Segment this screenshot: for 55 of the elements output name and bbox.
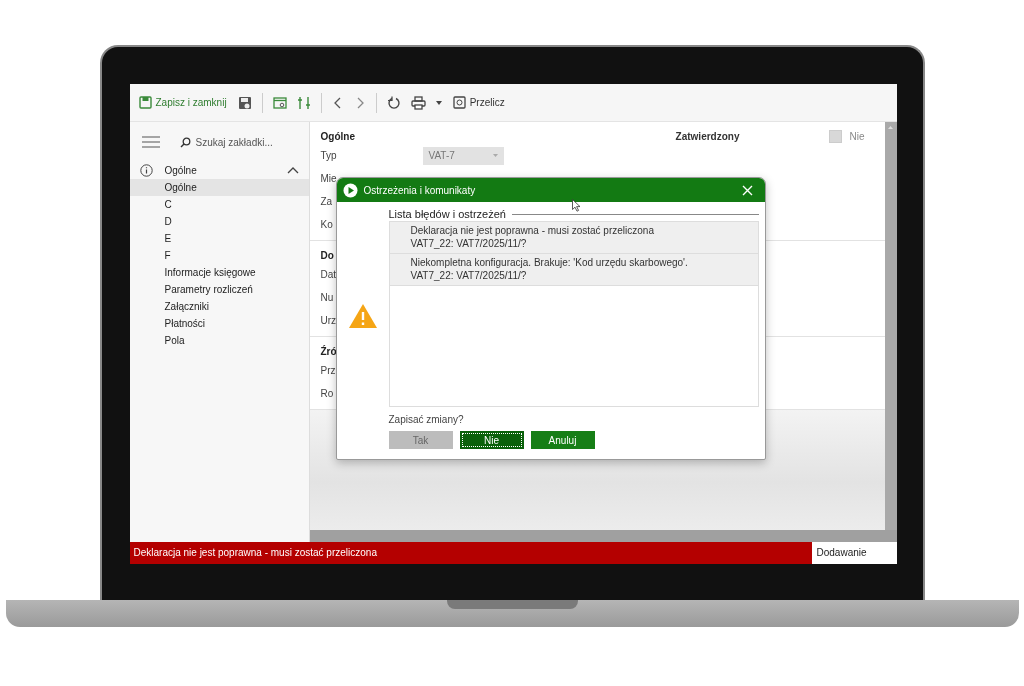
warning-icon: [347, 302, 378, 329]
caret-icon[interactable]: [435, 100, 442, 105]
approved-checkbox[interactable]: [829, 129, 843, 143]
search-field[interactable]: Szukaj zakładki...: [179, 136, 291, 148]
tree-item[interactable]: Załączniki: [129, 298, 309, 315]
window-gear-icon[interactable]: [272, 95, 287, 110]
dialog-button[interactable]: Anuluj: [530, 431, 595, 449]
recalculate-button[interactable]: Przelicz: [451, 94, 506, 111]
caret-icon: [492, 154, 498, 157]
horizontal-scrollbar[interactable]: [309, 530, 897, 542]
save-close-button[interactable]: Zapisz i zamknij: [137, 94, 228, 111]
question-text: Zapisać zmiany?: [388, 414, 465, 425]
tree-item[interactable]: Płatności: [129, 315, 309, 332]
refresh-icon[interactable]: [386, 95, 401, 110]
type-dropdown[interactable]: VAT-7: [422, 146, 504, 165]
field-label: Za: [320, 196, 334, 207]
section-title: Do: [320, 249, 334, 261]
field-label: Urz: [320, 315, 338, 326]
tree-group[interactable]: Ogólne: [129, 162, 309, 179]
field-label: Zatwierdzony: [675, 130, 740, 142]
field-label: Mie: [320, 173, 338, 184]
status-message: Deklaracja nie jest poprawna - musi zostać przeliczona: [129, 542, 812, 564]
checkbox-label: Nie: [849, 130, 865, 142]
cursor-icon: [571, 199, 581, 212]
tree-item[interactable]: Ogólne: [129, 179, 309, 196]
field-label: Nu: [320, 292, 335, 303]
print-icon[interactable]: [410, 95, 426, 110]
calculator-icon: [452, 96, 466, 109]
vertical-scrollbar[interactable]: [884, 122, 897, 530]
field-label: Typ: [320, 150, 338, 161]
tree-item[interactable]: D: [129, 213, 309, 230]
field-label: Ro: [320, 388, 335, 399]
chevron-icon[interactable]: [286, 167, 299, 174]
field-label: Prz: [320, 365, 337, 376]
save-icon: [138, 96, 152, 109]
tree-item[interactable]: C: [129, 196, 309, 213]
tree-item[interactable]: Pola: [129, 332, 309, 349]
tools-icon[interactable]: [296, 95, 311, 110]
dialog-title: Ostrzeżenia i komunikaty: [363, 184, 477, 196]
list-title: Lista błędów i ostrzeżeń: [388, 208, 506, 220]
field-label: Ko: [320, 219, 334, 230]
message-text: Niekompletna konfiguracja. Brakuje: 'Kod urzędu skarbowego'. VAT7_22: VAT7/2025/11/?: [410, 256, 689, 282]
play-icon: [342, 182, 358, 198]
tree-item[interactable]: E: [129, 230, 309, 247]
close-icon[interactable]: [741, 184, 753, 196]
message-text: Deklaracja nie jest poprawna - musi zostać przeliczona VAT7_22: VAT7/2025/11/?: [410, 224, 655, 250]
tree-item[interactable]: Parametry rozliczeń: [129, 281, 309, 298]
save-icon[interactable]: [237, 95, 252, 110]
tree-item[interactable]: Informacje księgowe: [129, 264, 309, 281]
dialog-button[interactable]: Nie: [459, 431, 524, 449]
section-title: Źró: [320, 345, 337, 357]
info-icon: [139, 164, 153, 177]
section-title: Ogólne: [320, 130, 355, 142]
tree-item[interactable]: F: [129, 247, 309, 264]
search-icon: [179, 136, 191, 148]
